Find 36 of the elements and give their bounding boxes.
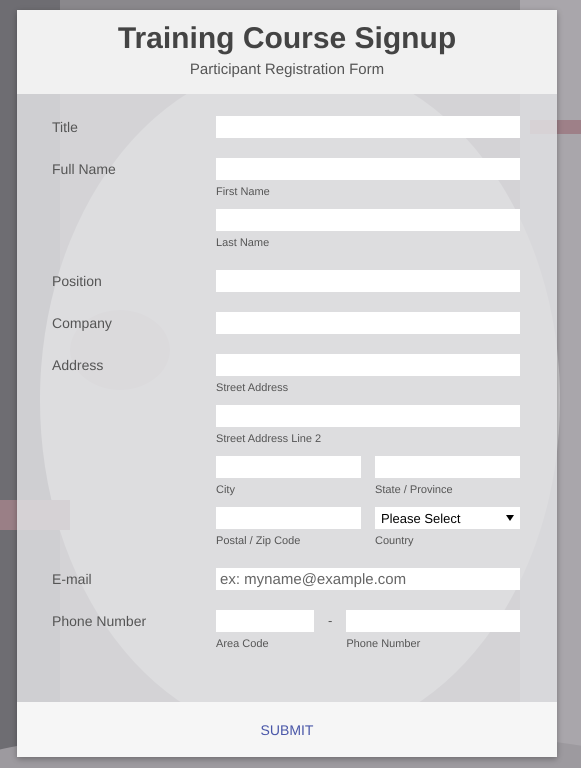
field-label: E-mail	[52, 570, 93, 589]
input-field[interactable]	[216, 507, 361, 529]
field-sublabel: Postal / Zip Code	[216, 534, 302, 548]
form-subtitle: Participant Registration Form	[190, 61, 384, 78]
field-sublabel: State / Province	[375, 483, 454, 497]
form-title: Training Course Signup	[118, 22, 456, 56]
field-label: Position	[52, 272, 103, 291]
field-sublabel: Phone Number	[346, 637, 422, 651]
input-field[interactable]	[216, 456, 361, 478]
field-sublabel: Street Address	[216, 381, 290, 395]
field-label: Address	[52, 356, 104, 375]
submit-button[interactable]: SUBMIT	[250, 716, 324, 744]
input-field[interactable]	[216, 354, 520, 376]
input-field[interactable]	[216, 270, 520, 292]
field-label: Company	[52, 314, 113, 333]
input-field[interactable]	[346, 610, 520, 632]
country-dropdown[interactable]: Please Select	[375, 507, 520, 529]
input-field[interactable]	[375, 456, 520, 478]
input-field[interactable]	[216, 116, 520, 138]
input-field[interactable]: ex: myname@example.com	[216, 568, 520, 590]
input-field[interactable]	[216, 610, 314, 632]
field-label: Full Name	[52, 160, 117, 179]
field-sublabel: Last Name	[216, 236, 270, 250]
input-field[interactable]	[216, 312, 520, 334]
field-sublabel: Area Code	[216, 637, 270, 651]
field-label: Title	[52, 118, 79, 137]
separator-dash: -	[328, 612, 332, 628]
input-field[interactable]	[216, 158, 520, 180]
field-sublabel: First Name	[216, 185, 271, 199]
field-sublabel: City	[216, 483, 236, 497]
field-sublabel: Country	[375, 534, 415, 548]
input-field[interactable]	[216, 405, 520, 427]
caret-icon	[506, 514, 514, 522]
field-sublabel: Street Address Line 2	[216, 432, 322, 446]
input-field[interactable]	[216, 209, 520, 231]
field-label: Phone Number	[52, 612, 148, 631]
